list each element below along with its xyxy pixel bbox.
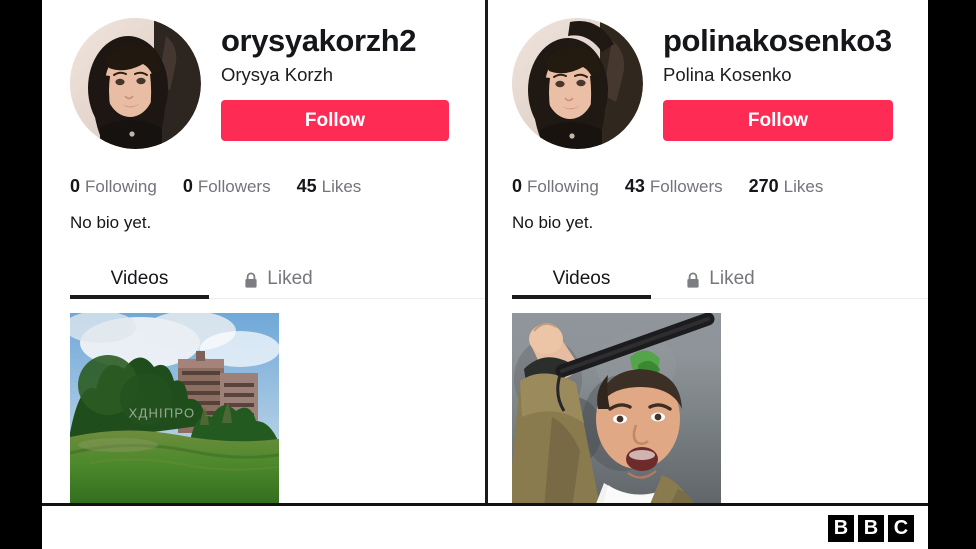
avatar[interactable] — [512, 18, 643, 149]
stat-followers: 0 Followers — [183, 176, 271, 197]
bio-text: No bio yet. — [70, 213, 152, 232]
stat-likes: 270 Likes — [749, 176, 824, 197]
stat-followers-label: Followers — [649, 177, 723, 196]
tab-videos-label: Videos — [110, 268, 169, 290]
stat-following-label: Following — [527, 177, 599, 196]
tab-liked-label: Liked — [267, 268, 313, 290]
stat-followers-label: Followers — [197, 177, 271, 196]
identity-block: orysyakorzh2 Orysya Korzh Follow — [221, 18, 449, 141]
stats-row: 0 Following 43 Followers 270 Likes — [512, 176, 928, 197]
full-name: Orysya Korzh — [221, 64, 334, 86]
tiktok-profiles-capture: orysyakorzh2 Orysya Korzh Follow 0 Follow… — [42, 0, 928, 506]
tab-videos[interactable]: Videos — [512, 259, 651, 300]
profile-tabs: Videos Liked — [70, 259, 485, 300]
full-name: Polina Kosenko — [663, 64, 792, 86]
bbc-logo: B B C — [828, 515, 914, 542]
follow-button[interactable]: Follow — [221, 99, 449, 141]
tab-liked[interactable]: Liked — [651, 259, 790, 299]
stat-following-value: 0 — [512, 176, 523, 196]
tab-liked[interactable]: Liked — [209, 259, 348, 299]
stat-likes-value: 45 — [296, 176, 317, 196]
video-thumbnail[interactable]: ХДНІПРО — [70, 313, 279, 503]
username: orysyakorzh2 — [221, 23, 417, 58]
profile-tabs: Videos Liked — [512, 259, 928, 300]
bio-text: No bio yet. — [512, 213, 594, 232]
username: polinakosenko3 — [663, 23, 892, 58]
stat-followers-value: 43 — [624, 176, 645, 196]
bbc-letter-c: C — [888, 515, 914, 542]
bbc-letter-b1: B — [828, 515, 854, 542]
avatar[interactable] — [70, 18, 201, 149]
screenshot-frame: orysyakorzh2 Orysya Korzh Follow 0 Follow… — [0, 0, 976, 549]
stat-followers: 43 Followers — [625, 176, 723, 197]
stats-row: 0 Following 0 Followers 45 Likes — [70, 176, 485, 197]
video-thumbnail[interactable] — [512, 313, 721, 503]
content-stage: orysyakorzh2 Orysya Korzh Follow 0 Follow… — [42, 0, 928, 549]
footer-bar: B B C — [42, 509, 928, 549]
video-grid — [512, 313, 928, 503]
lock-icon — [686, 272, 700, 289]
stat-following: 0 Following — [70, 176, 157, 197]
lock-icon — [244, 272, 258, 289]
stat-following-label: Following — [85, 177, 157, 196]
video-grid: ХДНІПРО — [70, 313, 485, 503]
stat-likes-value: 270 — [748, 176, 779, 196]
profile-header: orysyakorzh2 Orysya Korzh Follow — [70, 0, 485, 149]
stat-following: 0 Following — [512, 176, 599, 197]
bbc-letter-b2: B — [858, 515, 884, 542]
letterbox-left — [0, 0, 42, 549]
stat-likes-label: Likes — [783, 177, 824, 196]
stat-likes-label: Likes — [321, 177, 362, 196]
stat-followers-value: 0 — [182, 176, 193, 196]
stat-following-value: 0 — [70, 176, 81, 196]
profile-header: polinakosenko3 Polina Kosenko Follow — [512, 0, 928, 149]
tab-videos-label: Videos — [552, 268, 611, 290]
tab-videos[interactable]: Videos — [70, 259, 209, 300]
tab-liked-label: Liked — [709, 268, 755, 290]
identity-block: polinakosenko3 Polina Kosenko Follow — [663, 18, 893, 141]
letterbox-right — [928, 0, 976, 549]
profile-panel-left: orysyakorzh2 Orysya Korzh Follow 0 Follow… — [42, 0, 488, 503]
profile-panel-right: polinakosenko3 Polina Kosenko Follow 0 Fo… — [488, 0, 928, 503]
stat-likes: 45 Likes — [297, 176, 362, 197]
follow-button[interactable]: Follow — [663, 99, 893, 141]
